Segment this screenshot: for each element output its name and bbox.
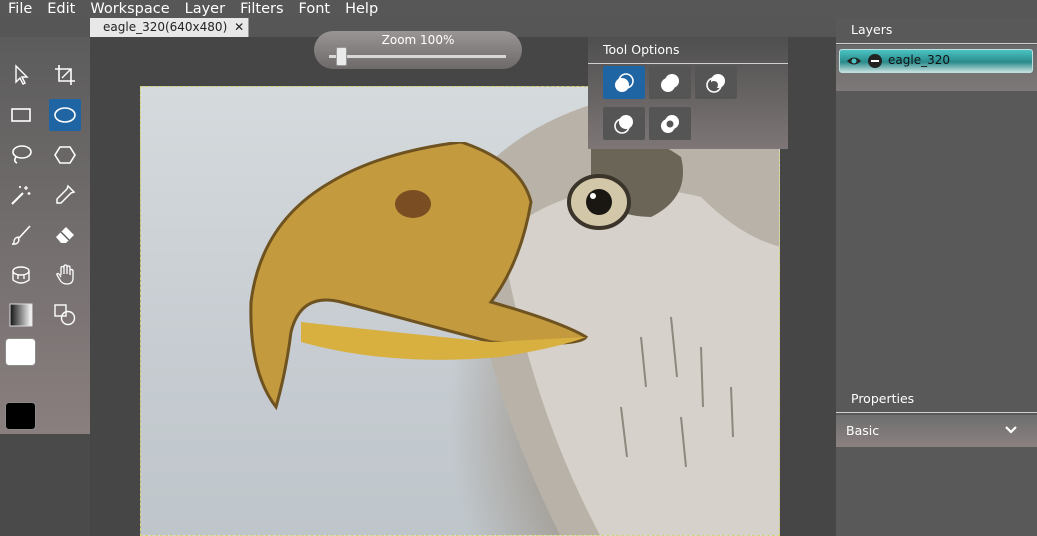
selection-mode-add-button[interactable] — [649, 66, 691, 99]
menu-edit[interactable]: Edit — [39, 0, 82, 18]
menu-workspace[interactable]: Workspace — [82, 0, 176, 18]
document-tab[interactable]: eagle_320(640x480) ✕ — [90, 18, 249, 37]
selection-mode-xor-button[interactable] — [649, 107, 691, 140]
selection-mode-intersect-button[interactable] — [603, 107, 645, 140]
tool-options-panel: Tool Options — [588, 37, 788, 149]
selection-mode-subtract-button[interactable] — [695, 66, 737, 99]
lasso-tool[interactable] — [5, 139, 37, 171]
crop-tool[interactable] — [49, 59, 81, 91]
zoom-slider-thumb[interactable] — [336, 47, 347, 66]
menu-font[interactable]: Font — [291, 0, 338, 18]
selection-replace-icon — [615, 72, 634, 92]
brush-icon — [11, 225, 31, 245]
crop-icon — [55, 65, 75, 85]
zoom-control: Zoom 100% — [314, 31, 522, 69]
lasso-icon — [12, 145, 32, 164]
chevron-down-icon — [1005, 426, 1017, 434]
right-panel: Layers eagle_320 Properties Basic — [836, 18, 1037, 536]
menu-filters[interactable]: Filters — [232, 0, 290, 18]
layer-lock-icon[interactable] — [868, 54, 882, 68]
zoom-slider-track[interactable] — [329, 55, 506, 58]
menu-layer[interactable]: Layer — [177, 0, 232, 18]
menu-bar: File Edit Workspace Layer Filters Font H… — [0, 0, 1037, 18]
layers-list: eagle_320 — [836, 45, 1037, 91]
properties-panel-title: Properties — [836, 387, 1037, 413]
selection-xor-icon — [661, 114, 679, 133]
hand-icon — [56, 264, 74, 285]
hexagon-icon — [54, 146, 76, 164]
primary-color-swatch[interactable] — [5, 402, 36, 430]
rect-select-tool[interactable] — [5, 99, 37, 131]
ellipse-select-tool[interactable] — [49, 99, 81, 131]
clone-icon — [54, 304, 76, 326]
menu-file[interactable]: File — [0, 0, 39, 18]
polygon-select-tool[interactable] — [49, 139, 81, 171]
close-icon[interactable]: ✕ — [234, 20, 244, 34]
selection-add-icon — [661, 73, 679, 92]
properties-basic-section[interactable]: Basic — [836, 415, 1037, 447]
basic-section-label: Basic — [846, 423, 880, 438]
bucket-tool[interactable] — [5, 259, 37, 291]
secondary-color-swatch[interactable] — [5, 338, 36, 366]
pointer-icon — [15, 64, 29, 85]
eye-icon[interactable] — [846, 53, 862, 69]
hand-tool[interactable] — [49, 259, 81, 291]
document-tab-label: eagle_320(640x480) — [103, 20, 228, 34]
eraser-icon — [56, 227, 74, 243]
brush-tool[interactable] — [5, 219, 37, 251]
gradient-icon — [9, 303, 33, 327]
zoom-label: Zoom 100% — [381, 33, 455, 47]
ellipse-icon — [54, 107, 76, 123]
eyedropper-icon — [56, 184, 76, 204]
menu-help[interactable]: Help — [337, 0, 385, 18]
eagle-beak-image — [249, 142, 588, 411]
toolbox — [0, 37, 90, 434]
tool-options-title: Tool Options — [588, 37, 788, 64]
rectangle-icon — [11, 108, 31, 122]
eyedropper-tool[interactable] — [49, 179, 81, 211]
selection-subtract-icon — [706, 73, 725, 93]
eraser-tool[interactable] — [49, 219, 81, 251]
magic-wand-icon — [11, 186, 31, 205]
layer-row[interactable]: eagle_320 — [839, 49, 1033, 73]
clone-tool[interactable] — [49, 299, 81, 331]
pointer-tool[interactable] — [5, 59, 37, 91]
layers-panel-title: Layers — [836, 18, 1037, 44]
paint-bucket-icon — [12, 266, 30, 284]
gradient-tool[interactable] — [5, 299, 37, 331]
canvas-image-eagle[interactable] — [140, 86, 780, 536]
selection-mode-replace-button[interactable] — [603, 66, 645, 99]
layer-name: eagle_320 — [888, 53, 950, 67]
magic-wand-tool[interactable] — [5, 179, 37, 211]
selection-intersect-icon — [614, 114, 633, 134]
